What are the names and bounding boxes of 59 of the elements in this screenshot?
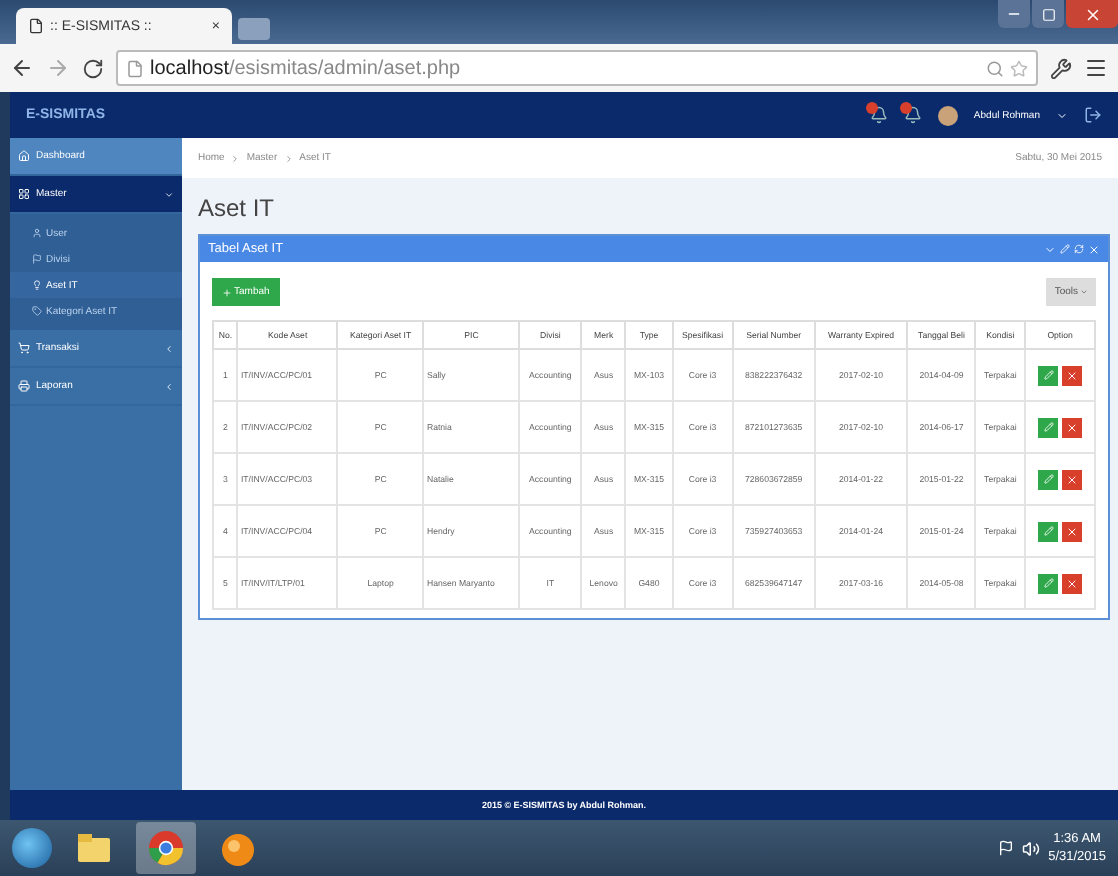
pencil-icon (1043, 474, 1054, 484)
delete-button[interactable] (1062, 573, 1083, 593)
edit-button[interactable] (1038, 573, 1059, 593)
close-icon (1083, 5, 1101, 23)
page-icon (28, 18, 44, 34)
edit-button[interactable] (1038, 417, 1059, 437)
notification-icon[interactable] (869, 106, 888, 124)
folder-icon[interactable] (76, 832, 112, 864)
flag-icon[interactable] (998, 840, 1015, 856)
close-button[interactable] (1066, 0, 1118, 28)
menu-item-icon (18, 150, 30, 162)
start-button[interactable] (12, 828, 52, 868)
pencil-icon (1043, 578, 1054, 588)
edit-button[interactable] (1038, 365, 1059, 385)
x-icon (1066, 369, 1079, 381)
browser-icon[interactable] (148, 830, 184, 866)
caret-icon (1056, 109, 1068, 121)
menu-item-icon (32, 228, 42, 238)
x-icon (1066, 421, 1079, 433)
delete-button[interactable] (1062, 469, 1083, 489)
page-title: Aset IT (198, 194, 277, 222)
volume-icon[interactable] (1022, 839, 1041, 857)
minimize-button[interactable] (998, 0, 1030, 28)
app-icon[interactable] (220, 828, 256, 868)
avatar[interactable] (937, 105, 958, 125)
reload-icon[interactable] (82, 57, 104, 79)
notification-icon[interactable] (903, 106, 922, 124)
separator-icon (230, 153, 241, 163)
maximize-button[interactable] (1032, 0, 1064, 28)
pencil-icon (1043, 526, 1054, 536)
menu-item-icon (18, 380, 30, 392)
delete-button[interactable] (1062, 365, 1083, 385)
menu-icon[interactable] (1084, 56, 1108, 80)
back-icon[interactable] (10, 56, 34, 80)
x-icon (1066, 577, 1079, 589)
chevron-icon (164, 381, 174, 391)
edit-icon[interactable] (1060, 244, 1070, 254)
logout-icon[interactable] (1084, 106, 1102, 124)
delete-button[interactable] (1062, 417, 1083, 437)
menu-item-icon (32, 254, 42, 264)
chevron-icon (164, 343, 174, 353)
maximize-icon (1041, 7, 1055, 21)
delete-button[interactable] (1062, 521, 1083, 541)
menu-item-icon (18, 188, 30, 200)
edit-button[interactable] (1038, 521, 1059, 541)
close-icon[interactable] (1088, 243, 1100, 255)
x-icon (1066, 525, 1079, 537)
address-bar[interactable]: localhost/esismitas/admin/aset.php (116, 50, 1038, 86)
menu-item-icon (32, 280, 42, 290)
edit-button[interactable] (1038, 469, 1059, 489)
separator-icon (283, 153, 294, 163)
refresh-icon[interactable] (1074, 244, 1084, 254)
plus-icon (222, 287, 232, 297)
menu-item-icon (32, 306, 42, 316)
pencil-icon (1043, 370, 1054, 380)
x-icon (1066, 473, 1079, 485)
menu-item-icon (18, 342, 30, 354)
pencil-icon (1043, 422, 1054, 432)
chevron-icon (164, 189, 174, 199)
